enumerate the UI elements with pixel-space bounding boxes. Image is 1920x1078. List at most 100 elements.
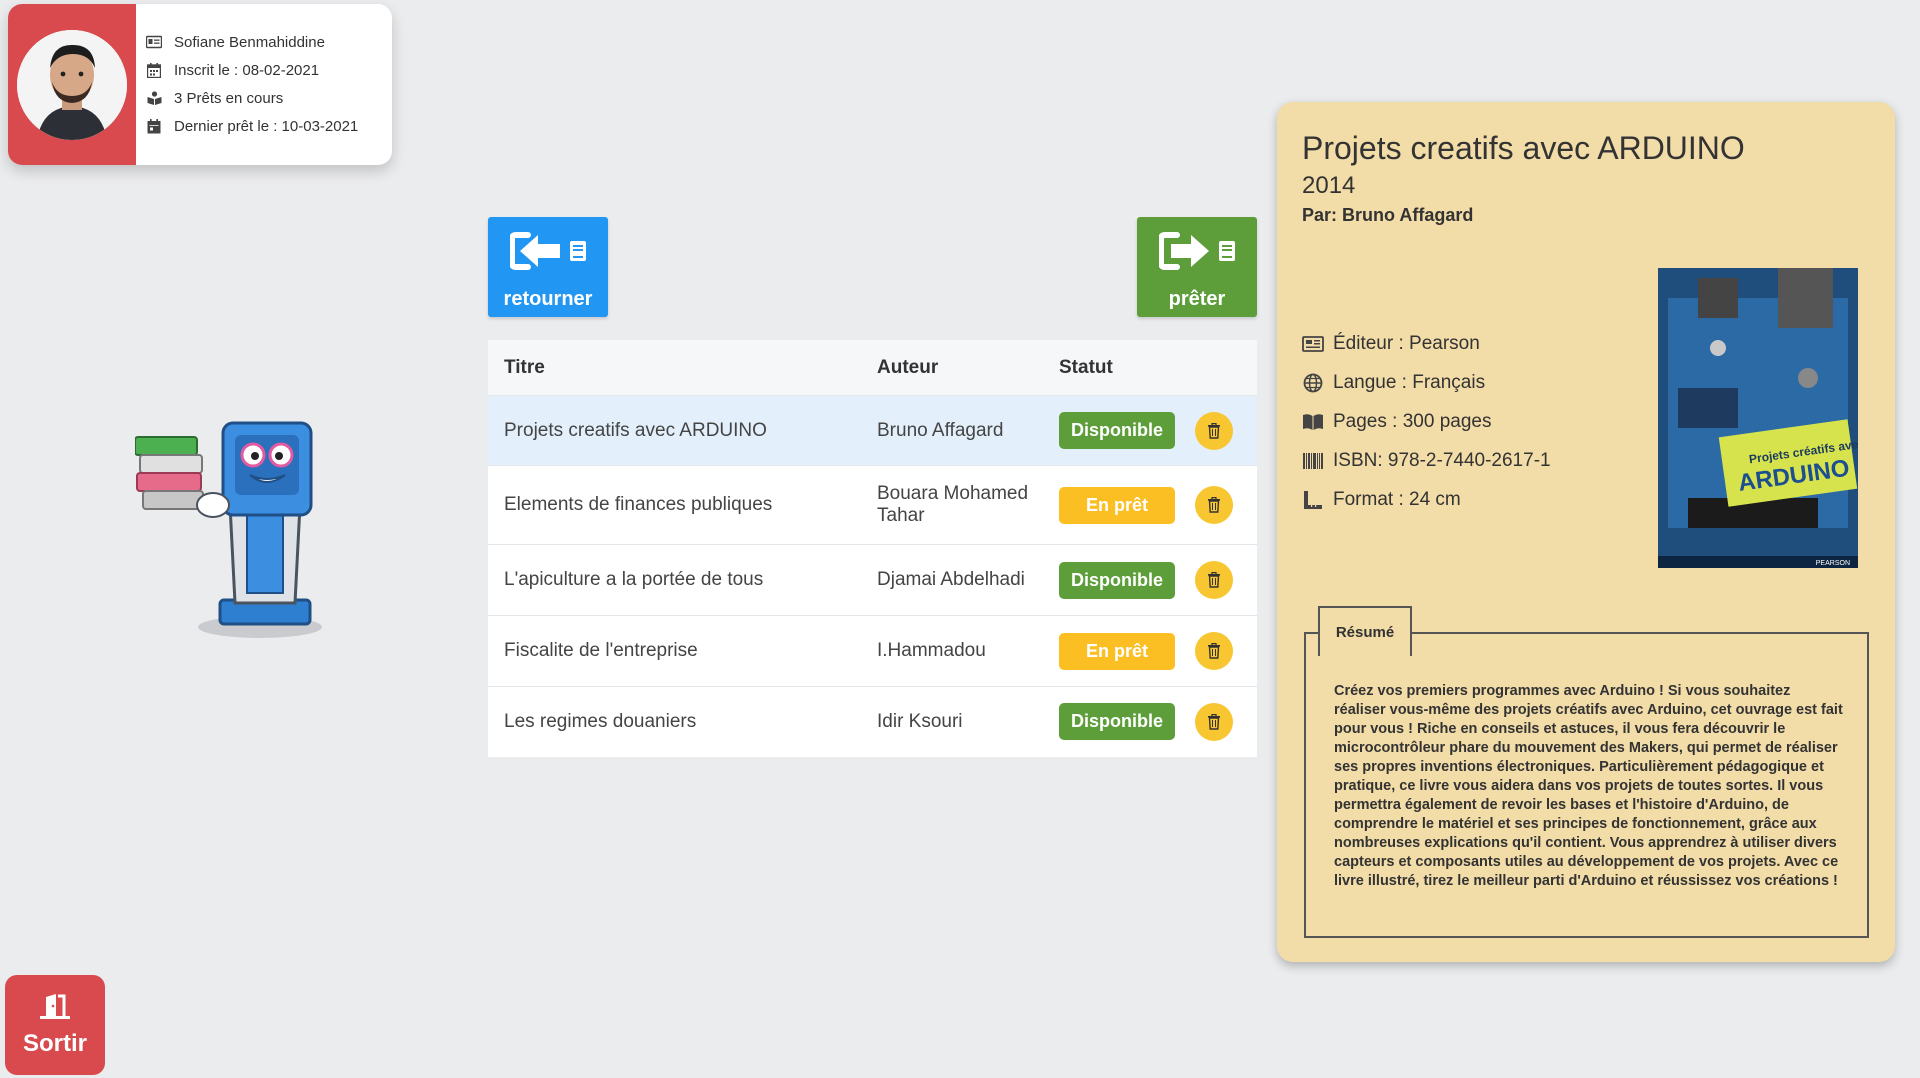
trash-icon bbox=[1208, 422, 1220, 439]
detail-meta: Éditeur : Pearson Langue : Français Page… bbox=[1302, 324, 1551, 519]
book-author-cell: Bouara Mohamed Tahar bbox=[861, 465, 1043, 545]
return-label: retourner bbox=[503, 288, 593, 310]
exit-button[interactable]: Sortir bbox=[5, 975, 105, 1075]
actions-cell bbox=[1179, 686, 1257, 757]
actions-cell bbox=[1179, 544, 1257, 616]
newspaper-icon bbox=[1302, 334, 1324, 354]
ruler-icon bbox=[1302, 490, 1324, 510]
calendar-day-icon bbox=[146, 118, 162, 134]
status-cell: Disponible bbox=[1043, 395, 1179, 466]
book-author-cell: Bruno Affagard bbox=[861, 395, 1043, 466]
book-author-cell: Djamai Abdelhadi bbox=[861, 544, 1043, 616]
book-author-cell: I.Hammadou bbox=[861, 615, 1043, 687]
trash-icon bbox=[1208, 713, 1220, 730]
library-kiosk-mascot bbox=[134, 415, 335, 640]
table-row[interactable]: Fiscalite de l'entreprise I.Hammadou En … bbox=[488, 615, 1257, 687]
book-title-cell: L'apiculture a la portée de tous bbox=[488, 544, 861, 616]
exit-label: Sortir bbox=[22, 1029, 87, 1057]
pages-text: Pages : 300 pages bbox=[1333, 410, 1492, 432]
publisher-text: Éditeur : Pearson bbox=[1333, 332, 1480, 354]
language-text: Langue : Français bbox=[1333, 371, 1486, 393]
trash-icon bbox=[1208, 572, 1220, 588]
calendar-icon bbox=[146, 62, 162, 78]
user-last-loan: Dernier prêt le : 10-03-2021 bbox=[174, 117, 359, 135]
user-name: Sofiane Benmahiddine bbox=[174, 33, 325, 51]
user-last-loan-row: Dernier prêt le : 10-03-2021 bbox=[146, 112, 358, 140]
globe-icon bbox=[1302, 373, 1324, 393]
delete-button[interactable] bbox=[1195, 561, 1233, 599]
delete-button[interactable] bbox=[1195, 702, 1233, 741]
lend-icons bbox=[1158, 231, 1235, 276]
sign-out-icon bbox=[1158, 231, 1211, 276]
book-cover: Projets créatifs avec ARDUINO PEARSON bbox=[1658, 268, 1858, 568]
meta-pages: Pages : 300 pages bbox=[1302, 402, 1551, 441]
detail-year: 2014 bbox=[1302, 172, 1356, 199]
user-name-row: Sofiane Benmahiddine bbox=[146, 28, 358, 56]
user-registered: Inscrit le : 08-02-2021 bbox=[174, 61, 320, 79]
book-detail-panel: Projets creatifs avec ARDUINO 2014 Par: … bbox=[1277, 102, 1895, 962]
book-author-cell: Idir Ksouri bbox=[861, 686, 1043, 757]
actions-cell bbox=[1179, 395, 1257, 466]
table-row[interactable]: Elements de finances publiques Bouara Mo… bbox=[488, 465, 1257, 545]
column-header-status[interactable]: Statut bbox=[1043, 340, 1179, 396]
book-reader-icon bbox=[146, 90, 162, 106]
status-badge: En prêt bbox=[1059, 486, 1175, 524]
book-open-icon bbox=[1302, 412, 1324, 432]
status-badge: Disponible bbox=[1059, 703, 1175, 741]
table-row[interactable]: Les regimes douaniers Idir Ksouri Dispon… bbox=[488, 686, 1257, 757]
lend-label: prêter bbox=[1168, 288, 1226, 310]
column-header-author[interactable]: Auteur bbox=[861, 340, 1043, 396]
format-text: Format : 24 cm bbox=[1333, 488, 1461, 510]
status-cell: En prêt bbox=[1043, 465, 1179, 545]
barcode-icon bbox=[1302, 451, 1324, 471]
resume-text: Créez vos premiers programmes avec Ardui… bbox=[1334, 683, 1843, 889]
actions-cell bbox=[1179, 465, 1257, 545]
table-row[interactable]: L'apiculture a la portée de tous Djamai … bbox=[488, 544, 1257, 616]
book-icon bbox=[1219, 241, 1235, 266]
user-card: Sofiane Benmahiddine Inscrit le : 08-02-… bbox=[8, 4, 392, 165]
table-row[interactable]: Projets creatifs avec ARDUINO Bruno Affa… bbox=[488, 395, 1257, 466]
delete-button[interactable] bbox=[1195, 632, 1233, 670]
book-icon bbox=[570, 241, 586, 266]
meta-language: Langue : Français bbox=[1302, 363, 1551, 402]
book-title-cell: Projets creatifs avec ARDUINO bbox=[488, 395, 861, 466]
user-loans: 3 Prêts en cours bbox=[174, 89, 284, 107]
user-info: Sofiane Benmahiddine Inscrit le : 08-02-… bbox=[136, 4, 358, 165]
status-badge: En prêt bbox=[1059, 632, 1175, 670]
book-table: Titre Auteur Statut Projets creatifs ave… bbox=[488, 340, 1257, 757]
meta-publisher: Éditeur : Pearson bbox=[1302, 324, 1551, 363]
column-header-actions bbox=[1179, 340, 1257, 396]
sign-in-icon bbox=[509, 231, 562, 276]
status-cell: Disponible bbox=[1043, 686, 1179, 757]
detail-author: Par: Bruno Affagard bbox=[1302, 205, 1474, 225]
lend-button[interactable]: prêter bbox=[1137, 217, 1257, 317]
status-cell: Disponible bbox=[1043, 544, 1179, 616]
status-cell: En prêt bbox=[1043, 615, 1179, 687]
delete-button[interactable] bbox=[1195, 411, 1233, 450]
cover-publisher: PEARSON bbox=[1816, 560, 1850, 567]
id-card-icon bbox=[146, 34, 162, 50]
status-badge: Disponible bbox=[1059, 561, 1175, 599]
meta-format: Format : 24 cm bbox=[1302, 480, 1551, 519]
door-open-icon bbox=[40, 993, 70, 1024]
resume-tab: Résumé bbox=[1318, 606, 1412, 656]
return-icons bbox=[509, 231, 586, 276]
book-title-cell: Fiscalite de l'entreprise bbox=[488, 615, 861, 687]
return-button[interactable]: retourner bbox=[488, 217, 608, 317]
actions-cell bbox=[1179, 615, 1257, 687]
status-badge: Disponible bbox=[1059, 412, 1175, 449]
meta-isbn: ISBN: 978-2-7440-2617-1 bbox=[1302, 441, 1551, 480]
user-card-accent bbox=[8, 4, 136, 165]
delete-button[interactable] bbox=[1195, 486, 1233, 524]
user-registered-row: Inscrit le : 08-02-2021 bbox=[146, 56, 358, 84]
avatar bbox=[17, 29, 127, 140]
book-title-cell: Les regimes douaniers bbox=[488, 686, 861, 757]
detail-title: Projets creatifs avec ARDUINO bbox=[1302, 130, 1745, 166]
table-header-row: Titre Auteur Statut bbox=[488, 340, 1257, 396]
isbn-text: ISBN: 978-2-7440-2617-1 bbox=[1333, 449, 1551, 471]
trash-icon bbox=[1208, 497, 1220, 513]
book-title-cell: Elements de finances publiques bbox=[488, 465, 861, 545]
trash-icon bbox=[1208, 643, 1220, 659]
user-loans-row: 3 Prêts en cours bbox=[146, 84, 358, 112]
column-header-title[interactable]: Titre bbox=[488, 340, 861, 396]
